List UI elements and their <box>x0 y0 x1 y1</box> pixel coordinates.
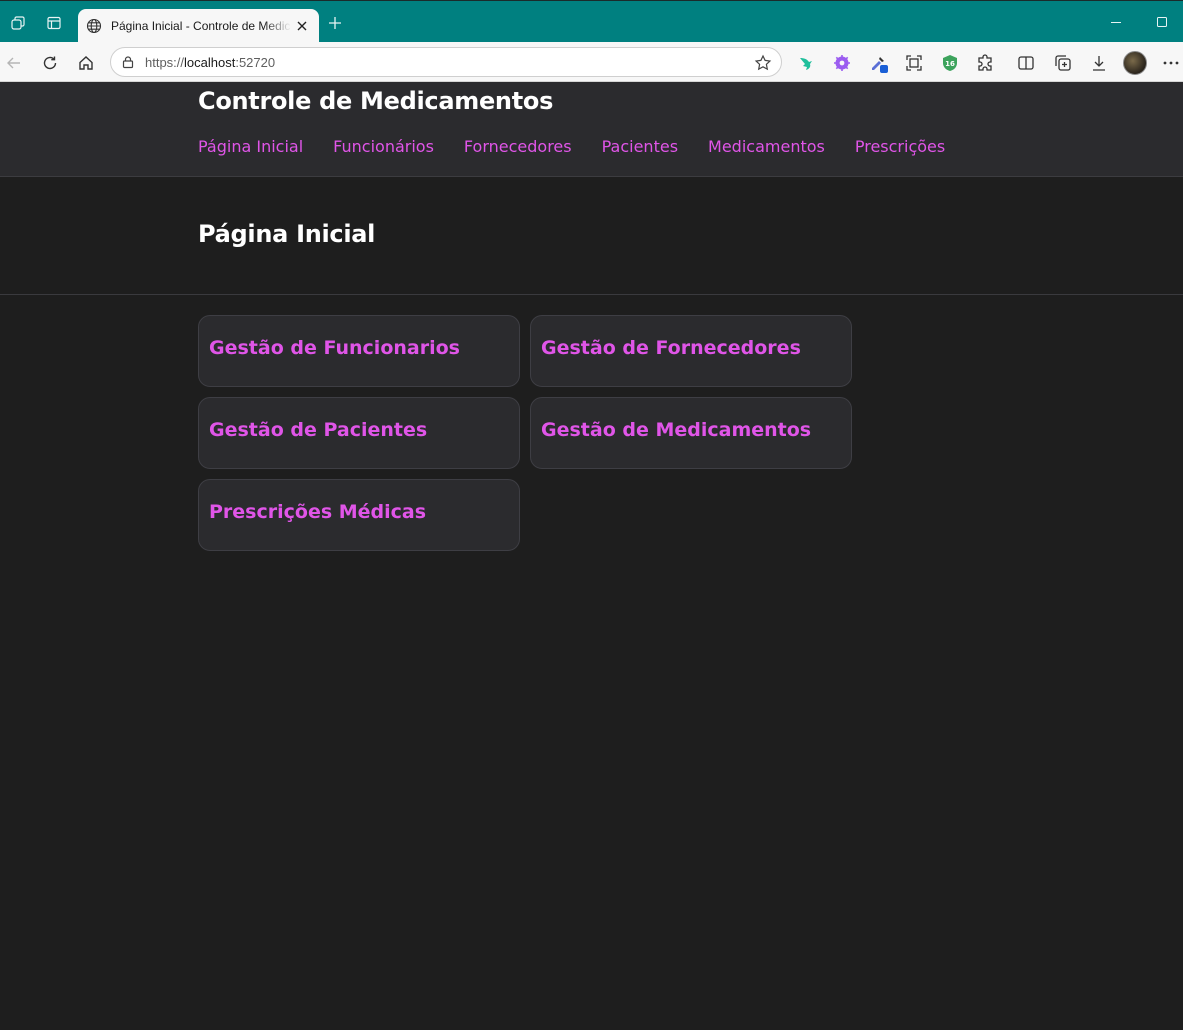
card-label[interactable]: Gestão de Medicamentos <box>541 419 811 441</box>
card-gestao-fornecedores[interactable]: Gestão de Fornecedores <box>530 315 852 387</box>
downloads-icon[interactable] <box>1089 53 1109 73</box>
card-gestao-pacientes[interactable]: Gestão de Pacientes <box>198 397 520 469</box>
extension-dropper-icon[interactable] <box>868 53 888 73</box>
active-tab[interactable]: Página Inicial - Controle de Medicamento… <box>78 9 319 43</box>
browser-toolbar: https://localhost:52720 16 <box>0 42 1183 82</box>
card-label[interactable]: Gestão de Fornecedores <box>541 337 801 359</box>
card-label[interactable]: Gestão de Pacientes <box>209 419 427 441</box>
extension-gear-icon[interactable] <box>832 53 852 73</box>
nav-link-medicamentos[interactable]: Medicamentos <box>708 137 825 159</box>
site-header: Controle de Medicamentos Página Inicial … <box>0 82 1183 177</box>
minimize-icon[interactable] <box>1107 13 1125 31</box>
url-port: :52720 <box>235 55 276 70</box>
screenshot-icon[interactable] <box>904 53 924 73</box>
card-label[interactable]: Gestão de Funcionarios <box>209 337 460 359</box>
site-brand[interactable]: Controle de Medicamentos <box>198 87 553 115</box>
more-icon[interactable] <box>1161 53 1181 73</box>
page-hero: Página Inicial <box>0 178 1183 295</box>
url-scheme: https:// <box>145 55 185 70</box>
card-prescricoes-medicas[interactable]: Prescrições Médicas <box>198 479 520 551</box>
home-icon[interactable] <box>76 53 96 73</box>
tab-actions-icon[interactable] <box>45 14 63 32</box>
nav-link-pacientes[interactable]: Pacientes <box>602 137 678 159</box>
split-screen-icon[interactable] <box>1016 53 1036 73</box>
nav-link-prescricoes[interactable]: Prescrições <box>855 137 945 159</box>
refresh-icon[interactable] <box>40 53 60 73</box>
profile-avatar[interactable] <box>1123 51 1147 75</box>
globe-icon <box>86 18 102 34</box>
maximize-icon[interactable] <box>1153 13 1171 31</box>
card-label[interactable]: Prescrições Médicas <box>209 501 426 523</box>
url-host: localhost <box>184 55 236 70</box>
nav-link-fornecedores[interactable]: Fornecedores <box>464 137 572 159</box>
tab-title: Página Inicial - Controle de Medicamento… <box>111 19 291 33</box>
close-icon[interactable] <box>294 18 310 34</box>
page-title: Página Inicial <box>198 220 376 248</box>
extension-shield-icon[interactable]: 16 <box>940 53 960 73</box>
card-gestao-medicamentos[interactable]: Gestão de Medicamentos <box>530 397 852 469</box>
address-bar[interactable]: https://localhost:52720 <box>110 47 782 77</box>
extension-bird-icon[interactable] <box>796 53 816 73</box>
lock-icon[interactable] <box>120 54 136 70</box>
new-tab-icon[interactable] <box>326 14 344 32</box>
nav-link-funcionarios[interactable]: Funcionários <box>333 137 434 159</box>
favorite-star-icon[interactable] <box>754 54 772 72</box>
workspaces-icon[interactable] <box>9 14 27 32</box>
web-page: Controle de Medicamentos Página Inicial … <box>0 82 1183 1030</box>
collections-icon[interactable] <box>1053 53 1073 73</box>
nav-link-pagina-inicial[interactable]: Página Inicial <box>198 137 303 159</box>
svg-text:16: 16 <box>945 60 955 68</box>
title-bar: Página Inicial - Controle de Medicamento… <box>0 0 1183 43</box>
back-icon[interactable] <box>4 53 24 73</box>
main-navigation: Página Inicial Funcionários Fornecedores… <box>198 137 945 159</box>
card-gestao-funcionarios[interactable]: Gestão de Funcionarios <box>198 315 520 387</box>
extensions-puzzle-icon[interactable] <box>976 53 996 73</box>
browser-window: Página Inicial - Controle de Medicamento… <box>0 0 1183 1030</box>
url-text[interactable]: https://localhost:52720 <box>145 55 275 70</box>
